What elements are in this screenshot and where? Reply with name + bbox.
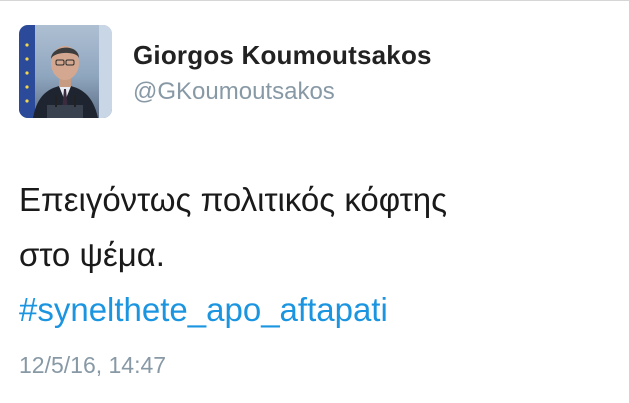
hashtag-link[interactable]: #synelthete_apo_aftapati: [19, 282, 619, 337]
tweet-text-line: στο ψέμα.: [19, 236, 165, 273]
tweet-card: Giorgos Koumoutsakos @GKoumoutsakos Επει…: [0, 0, 629, 403]
author-handle[interactable]: @GKoumoutsakos: [133, 78, 335, 106]
tweet-text-line: Επειγόντως πολιτικός κόφτης: [19, 181, 448, 218]
tweet-text: Επειγόντως πολιτικός κόφτης στο ψέμα. #s…: [19, 172, 619, 337]
avatar-photo-icon: [19, 25, 112, 118]
author-display-name[interactable]: Giorgos Koumoutsakos: [133, 40, 432, 71]
author-avatar[interactable]: [19, 25, 112, 118]
tweet-timestamp: 12/5/16, 14:47: [19, 352, 167, 378]
